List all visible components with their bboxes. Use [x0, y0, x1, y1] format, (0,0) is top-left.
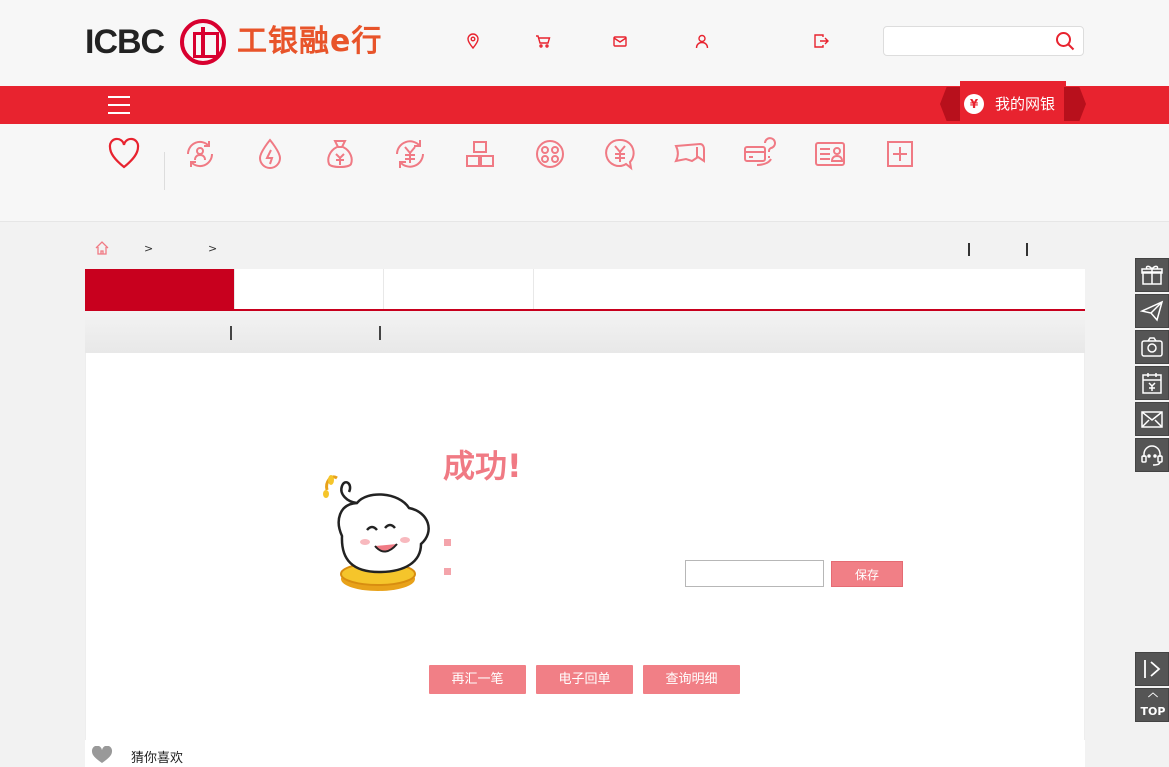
my-bank-button[interactable]: ¥ 我的网银: [940, 81, 1086, 127]
header-link-divider: [1026, 243, 1028, 256]
location-icon[interactable]: [464, 31, 482, 51]
top-header: ICBC 工银融e行: [0, 0, 1169, 86]
envelope-icon[interactable]: [1135, 402, 1169, 436]
logo-text: ICBC: [85, 23, 165, 61]
transfer-tabs: [85, 269, 1085, 311]
user-icon[interactable]: [693, 31, 711, 51]
sub-tab-bar: [85, 311, 1085, 353]
sub-tab-divider: [230, 326, 232, 340]
main-nav-bar: ¥ 我的网银: [0, 81, 1169, 127]
ribbon-left: [940, 87, 962, 121]
card-question-icon[interactable]: [743, 137, 777, 171]
e-receipt-button[interactable]: 电子回单: [536, 665, 633, 694]
logout-icon[interactable]: [812, 31, 830, 51]
mail-icon[interactable]: [611, 31, 629, 51]
breadcrumb-separator: >: [208, 242, 218, 255]
money-bag-icon: ¥: [964, 94, 984, 114]
back-to-top-label: TOP: [1140, 705, 1166, 718]
result-bullet: [444, 539, 451, 546]
transfer-again-button[interactable]: 再汇一笔: [429, 665, 526, 694]
success-title: 成功!: [443, 447, 522, 485]
yuan-chat-icon[interactable]: [603, 137, 637, 171]
logo-cn-text: 工银融e行: [237, 24, 383, 59]
query-details-button[interactable]: 查询明细: [643, 665, 740, 694]
cart-icon[interactable]: [534, 31, 552, 51]
ticket-icon[interactable]: [673, 137, 707, 171]
result-bullet: [444, 568, 451, 575]
heart-icon[interactable]: [108, 137, 140, 171]
gold-bars-icon[interactable]: [463, 137, 497, 171]
collapse-icon[interactable]: [1135, 652, 1169, 686]
icbc-logo[interactable]: ICBC 工银融e行: [85, 18, 390, 68]
hamburger-menu-icon[interactable]: [108, 96, 132, 116]
calendar-yuan-icon[interactable]: [1135, 366, 1169, 400]
id-card-icon[interactable]: [813, 137, 847, 171]
drop-bolt-icon[interactable]: [253, 137, 287, 171]
result-panel: 成功! 保存 再汇一笔 电子回单 查询明细: [85, 353, 1085, 740]
tab-3[interactable]: [384, 269, 534, 309]
logo-seal-icon: [180, 19, 226, 65]
tab-2[interactable]: [234, 269, 384, 309]
header-link-divider: [968, 243, 970, 256]
recommend-label: 猜你喜欢: [131, 751, 184, 766]
rotate-account-icon[interactable]: [183, 137, 217, 171]
paper-plane-icon[interactable]: [1135, 294, 1169, 328]
save-button[interactable]: 保存: [831, 561, 903, 587]
row-divider: [164, 152, 165, 190]
tab-1[interactable]: [85, 269, 235, 309]
customer-service-icon[interactable]: [1135, 438, 1169, 472]
recommend-section: 猜你喜欢: [85, 740, 1085, 767]
ribbon-right: [1064, 87, 1086, 121]
heart-icon: [91, 745, 113, 764]
category-icon-row: [0, 124, 1169, 222]
money-bag-icon[interactable]: [323, 137, 357, 171]
home-icon[interactable]: [94, 240, 110, 256]
breadcrumb-separator: >: [144, 242, 154, 255]
back-to-top-icon[interactable]: TOP: [1135, 688, 1169, 722]
sub-tab-divider: [379, 326, 381, 340]
coins-icon[interactable]: [533, 137, 567, 171]
note-input[interactable]: [685, 560, 824, 587]
search-box: [883, 26, 1084, 56]
gift-icon[interactable]: [1135, 258, 1169, 292]
search-input[interactable]: [890, 31, 1050, 51]
yuan-refresh-icon[interactable]: [393, 137, 427, 171]
camera-icon[interactable]: [1135, 330, 1169, 364]
elephant-mascot-icon: [317, 466, 437, 594]
search-icon[interactable]: [1055, 31, 1075, 51]
plus-box-icon[interactable]: [883, 137, 917, 171]
my-bank-label: 我的网银: [995, 95, 1056, 113]
